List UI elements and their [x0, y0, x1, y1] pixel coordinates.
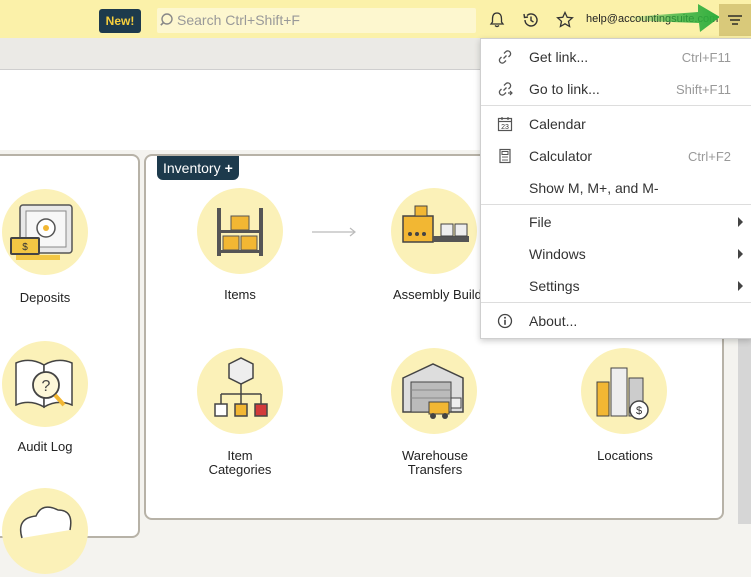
menu-item-settings[interactable]: Settings: [481, 270, 751, 302]
locations-label: Locations: [597, 448, 653, 463]
menu-separator: [481, 204, 751, 205]
menu-item-windows[interactable]: Windows: [481, 238, 751, 270]
item-categories-tile[interactable]: [197, 348, 283, 434]
menu-item-about[interactable]: About...: [481, 305, 751, 337]
info-icon: [497, 313, 513, 329]
search-box[interactable]: [157, 8, 476, 33]
chevron-right-icon: [738, 217, 743, 227]
hamburger-icon: [728, 15, 742, 25]
warehouse-transfers-tile[interactable]: [391, 348, 477, 434]
top-bar: New! help@accountingsuite.com: [0, 0, 751, 38]
go-to-link-icon: [497, 81, 513, 97]
audit-book-icon: ?: [15, 359, 73, 409]
menu-item-go-to-link[interactable]: Go to link... Shift+F11: [481, 73, 751, 105]
safe-icon: $: [10, 204, 73, 260]
main-menu-button[interactable]: [719, 4, 751, 36]
chevron-right-icon: [738, 281, 743, 291]
calculator-label: Calculator: [529, 148, 593, 164]
svg-text:?: ?: [42, 378, 51, 395]
plus-icon[interactable]: +: [225, 160, 233, 176]
inventory-title[interactable]: Inventory +: [157, 156, 239, 180]
menu-item-get-link[interactable]: Get link... Ctrl+F11: [481, 41, 751, 73]
city-buildings-icon: $: [596, 367, 649, 420]
get-link-label: Get link...: [529, 49, 589, 65]
main-menu-dropdown: Get link... Ctrl+F11 Go to link... Shift…: [480, 38, 751, 339]
file-label: File: [529, 214, 552, 230]
menu-item-show-memory[interactable]: Show M, M+, and M-: [481, 172, 751, 204]
shelf-boxes-icon: [217, 208, 263, 256]
menu-item-calculator[interactable]: Calculator Ctrl+F2: [481, 140, 751, 172]
menu-separator: [481, 105, 751, 106]
settings-label: Settings: [529, 278, 580, 294]
warehouse-forklift-icon: [402, 363, 464, 419]
go-to-link-label: Go to link...: [529, 81, 600, 97]
calendar-icon: 23: [497, 116, 513, 132]
star-icon[interactable]: [554, 9, 576, 31]
menu-item-file[interactable]: File: [481, 206, 751, 238]
warehouse-transfers-line1: Warehouse: [402, 448, 468, 463]
menu-separator: [481, 302, 751, 303]
calculator-shortcut: Ctrl+F2: [688, 149, 731, 164]
about-label: About...: [529, 313, 578, 329]
flow-arrow-icon: [312, 227, 356, 237]
link-icon: [497, 49, 513, 65]
item-categories-label: Item Categories: [190, 449, 290, 477]
search-input[interactable]: [177, 10, 467, 30]
go-to-link-shortcut: Shift+F11: [675, 82, 731, 97]
items-label: Items: [224, 287, 256, 302]
get-link-shortcut: Ctrl+F11: [681, 50, 731, 65]
svg-text:$: $: [22, 242, 28, 253]
scrollbar[interactable]: [738, 338, 751, 524]
warehouse-transfers-line2: Transfers: [407, 462, 463, 477]
audit-log-tile[interactable]: ?: [2, 341, 88, 427]
category-tree-icon: [214, 357, 268, 417]
items-tile[interactable]: [197, 188, 283, 274]
history-icon[interactable]: [520, 9, 542, 31]
cloud-tile[interactable]: [2, 488, 88, 574]
calendar-icon-day: 23: [501, 124, 509, 131]
locations-tile[interactable]: $: [581, 348, 667, 434]
warehouse-transfers-label: Warehouse Transfers: [385, 449, 485, 477]
menu-item-calendar[interactable]: 23 Calendar: [481, 108, 751, 140]
bell-icon[interactable]: [486, 9, 508, 31]
svg-text:$: $: [636, 405, 642, 417]
calendar-label: Calendar: [529, 116, 586, 132]
show-memory-label: Show M, M+, and M-: [529, 180, 659, 196]
calculator-icon: [497, 148, 513, 164]
assembly-conveyor-icon: [402, 205, 469, 243]
cloud-icon: [19, 506, 72, 539]
item-categories-line1: Item: [227, 448, 253, 463]
inventory-title-text: Inventory: [163, 160, 221, 176]
deposits-label: Deposits: [19, 290, 71, 305]
deposits-tile[interactable]: $: [2, 189, 88, 275]
left-panel: $ Deposits ? Audit Log: [0, 154, 140, 574]
pointer-arrow-icon: [628, 4, 720, 32]
item-categories-line2: Categories: [208, 462, 272, 477]
assembly-builds-tile[interactable]: [391, 188, 477, 274]
search-icon: [160, 13, 173, 26]
audit-log-label: Audit Log: [17, 439, 73, 454]
windows-label: Windows: [529, 246, 586, 262]
new-badge[interactable]: New!: [99, 9, 141, 33]
chevron-right-icon: [738, 249, 743, 259]
